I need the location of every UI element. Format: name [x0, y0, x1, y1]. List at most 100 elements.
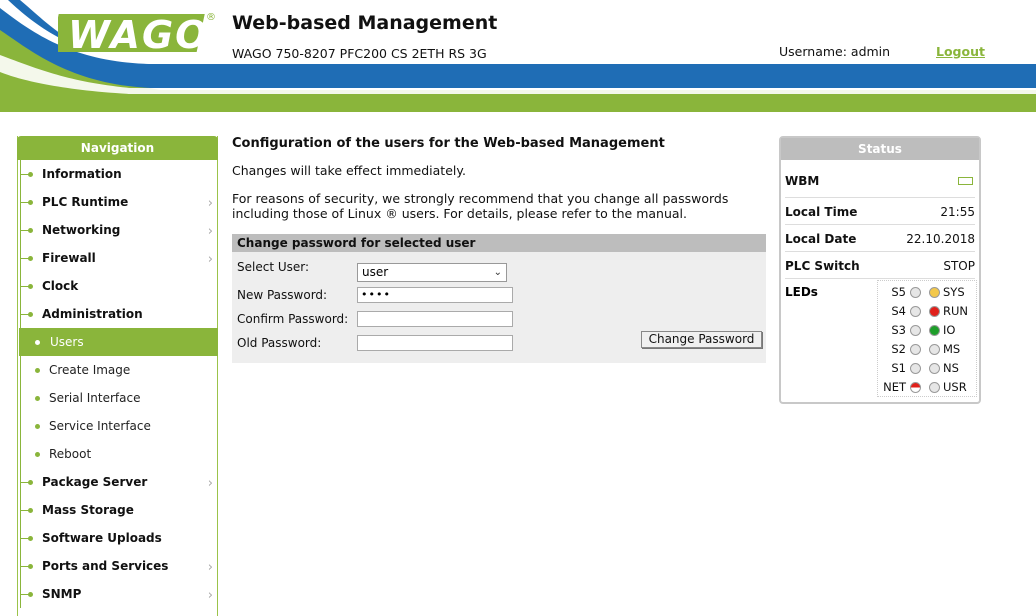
new-password-field[interactable]: ••••: [357, 287, 513, 303]
led-label: RUN: [943, 304, 969, 318]
logout-link[interactable]: Logout: [936, 44, 985, 59]
sidebar-item-software-uploads[interactable]: Software Uploads: [18, 524, 217, 552]
sidebar-item-label: Administration: [42, 307, 143, 321]
page-title: Configuration of the users for the Web-b…: [232, 136, 665, 151]
bullet-icon: [35, 340, 40, 345]
sidebar-item-information[interactable]: Information: [18, 160, 217, 188]
wbm-indicator-icon: [958, 177, 973, 185]
led-indicator-icon: [929, 325, 940, 336]
status-row-local-time: Local Time 21:55: [785, 198, 975, 225]
sidebar-item-mass-storage[interactable]: Mass Storage: [18, 496, 217, 524]
header: WAGO ® Web-based Management WAGO 750-820…: [0, 0, 1036, 112]
sidebar-item-package-server[interactable]: Package Server ›: [18, 468, 217, 496]
sidebar-item-label: Software Uploads: [42, 531, 162, 545]
sidebar-item-firewall[interactable]: Firewall ›: [18, 244, 217, 272]
led-indicator-icon: [929, 287, 940, 298]
sidebar-item-snmp[interactable]: SNMP ›: [18, 580, 217, 608]
plc-switch-label: PLC Switch: [785, 259, 860, 273]
led-grid: S5 SYS S4 RUN S3 IO S2 MS S1 NS NET USR: [877, 280, 977, 397]
sidebar-item-label: Package Server: [42, 475, 148, 489]
led-indicator-icon: [910, 325, 921, 336]
bullet-icon: [28, 564, 33, 569]
bullet-icon: [28, 536, 33, 541]
sidebar-subitem-create-image[interactable]: Create Image: [18, 356, 217, 384]
sidebar-subitem-serial-interface[interactable]: Serial Interface: [18, 384, 217, 412]
chevron-down-icon: ⌄: [493, 267, 502, 278]
wago-logo-text: WAGO: [68, 13, 209, 54]
led-indicator-icon: [910, 306, 921, 317]
local-time-value: 21:55: [940, 205, 975, 219]
led-indicator-icon: [929, 382, 940, 393]
status-row-local-date: Local Date 22.10.2018: [785, 225, 975, 252]
led-row: S2 MS: [878, 342, 976, 361]
wbm-label: WBM: [785, 174, 820, 188]
led-indicator-icon: [929, 363, 940, 374]
bullet-icon: [28, 480, 33, 485]
sidebar-item-label: Information: [42, 167, 122, 181]
led-row: NET USR: [878, 380, 976, 399]
sidebar-subitem-users[interactable]: Users: [19, 328, 218, 356]
bullet-icon: [28, 172, 33, 177]
sidebar-item-label: PLC Runtime: [42, 195, 129, 209]
sidebar-item-plc-runtime[interactable]: PLC Runtime ›: [18, 188, 217, 216]
sidebar-subitem-label: Create Image: [49, 363, 131, 377]
led-indicator-icon: [929, 306, 940, 317]
change-password-button[interactable]: Change Password: [641, 331, 762, 348]
led-label: S2: [891, 342, 906, 356]
main-content: Configuration of the users for the Web-b…: [232, 136, 766, 363]
bullet-icon: [28, 508, 33, 513]
bullet-icon: [35, 452, 40, 457]
confirm-password-label: Confirm Password:: [237, 312, 349, 326]
sidebar-item-clock[interactable]: Clock: [18, 272, 217, 300]
plc-switch-value: STOP: [943, 259, 975, 273]
sidebar-subitem-service-interface[interactable]: Service Interface: [18, 412, 217, 440]
led-label: NET: [883, 380, 906, 394]
confirm-password-field[interactable]: [357, 311, 513, 327]
navigation-panel: Navigation Information PLC Runtime › Networ…: [17, 136, 218, 616]
bullet-icon: [35, 396, 40, 401]
led-label: S1: [891, 361, 906, 375]
select-user-dropdown[interactable]: user ⌄: [357, 263, 507, 282]
sidebar-subitem-label: Users: [50, 335, 84, 349]
chevron-right-icon: ›: [207, 224, 213, 239]
sidebar-item-networking[interactable]: Networking ›: [18, 216, 217, 244]
led-indicator-icon: [910, 363, 921, 374]
bullet-icon: [28, 228, 33, 233]
status-row-plc-switch: PLC Switch STOP: [785, 252, 975, 279]
chevron-right-icon: ›: [207, 476, 213, 491]
led-label: IO: [943, 323, 956, 337]
security-note: For reasons of security, we strongly rec…: [232, 191, 729, 221]
svg-text:®: ®: [206, 12, 216, 23]
local-time-label: Local Time: [785, 205, 858, 219]
leds-label: LEDs: [785, 285, 818, 299]
sidebar-subitem-label: Service Interface: [49, 419, 151, 433]
led-label: SYS: [943, 285, 965, 299]
bullet-icon: [35, 424, 40, 429]
app-title: Web-based Management: [232, 12, 498, 34]
led-indicator-icon: [910, 287, 921, 298]
bullet-icon: [28, 200, 33, 205]
sidebar-item-administration[interactable]: Administration: [18, 300, 217, 328]
wago-logo: WAGO ®: [58, 12, 216, 54]
sidebar-subitem-label: Serial Interface: [49, 391, 141, 405]
sidebar-subitem-label: Reboot: [49, 447, 92, 461]
old-password-field[interactable]: [357, 335, 513, 351]
status-row-wbm: WBM: [785, 160, 975, 198]
local-date-label: Local Date: [785, 232, 857, 246]
sidebar-subitem-reboot[interactable]: Reboot: [18, 440, 217, 468]
change-password-panel: Change password for selected user Select…: [232, 234, 766, 363]
led-indicator-icon: [910, 382, 921, 393]
sidebar-item-label: Networking: [42, 223, 121, 237]
sidebar-item-ports-and-services[interactable]: Ports and Services ›: [18, 552, 217, 580]
led-label: USR: [943, 380, 967, 394]
status-row-leds: LEDs S5 SYS S4 RUN S3 IO S2 MS S1 NS NET USR: [785, 279, 977, 399]
select-user-label: Select User:: [237, 260, 310, 274]
led-indicator-icon: [910, 344, 921, 355]
status-title: Status: [781, 138, 979, 160]
sidebar-item-label: SNMP: [42, 587, 82, 601]
sidebar-item-label: Firewall: [42, 251, 96, 265]
sidebar-item-label: Ports and Services: [42, 559, 169, 573]
chevron-right-icon: ›: [207, 588, 213, 603]
led-row: S1 NS: [878, 361, 976, 380]
chevron-right-icon: ›: [207, 196, 213, 211]
